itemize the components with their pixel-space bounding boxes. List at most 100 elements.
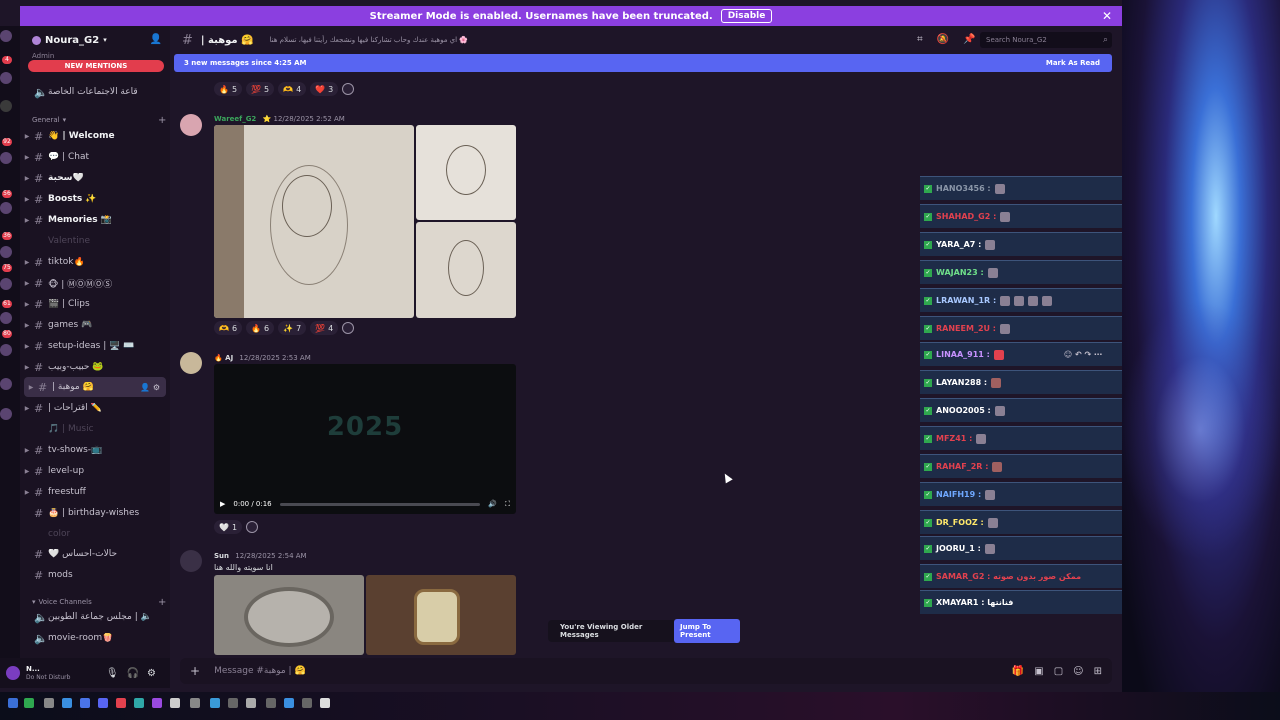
play-icon[interactable]: ▶ [220, 500, 225, 508]
server-icon[interactable] [0, 344, 12, 356]
reaction[interactable]: 🤍 1 [214, 520, 243, 534]
server-icon[interactable] [0, 152, 12, 164]
reaction[interactable]: 🔥 6 [246, 321, 275, 335]
new-mentions-pill[interactable]: NEW MENTIONS [28, 60, 164, 72]
microphone-icon[interactable]: 🎙 [106, 668, 119, 679]
channel-item[interactable]: ▶ # 👋 | Welcome [20, 126, 170, 146]
discord-taskbar-icon[interactable] [98, 698, 108, 708]
add-reaction-icon[interactable] [342, 83, 355, 95]
mark-as-read-button[interactable]: Mark As Read [1046, 59, 1100, 67]
pottery-image[interactable] [214, 575, 364, 655]
guild-header[interactable]: Noura_G2 ▾ 👤 [20, 26, 170, 54]
reaction[interactable]: ❤️ 3 [310, 82, 339, 96]
app-icon[interactable] [210, 698, 220, 708]
disable-streamer-button[interactable]: Disable [720, 9, 773, 23]
server-icon[interactable] [0, 278, 12, 290]
reaction[interactable]: 🫶 4 [278, 82, 307, 96]
channel-item[interactable]: ▶ # سحبة🤍 [20, 168, 170, 188]
channel-topic[interactable]: اي موهبة عندك وحاب تشاركنا فيها ونشجعك ر… [270, 36, 469, 44]
channel-item-active[interactable]: ▶ # | موهبة 🤗 👤 ⚙ [24, 377, 166, 397]
channel-item[interactable]: ▶ # tiktok🔥 [20, 252, 170, 272]
channel-item[interactable]: ▶ # | اقتراحات ✏️ [20, 398, 170, 418]
sketch-image[interactable] [214, 125, 414, 318]
channel-item[interactable]: ▶ # games 🎮 [20, 315, 170, 335]
pinned-channel[interactable]: 🔈 قاعة الاجتماعات الخاصة [20, 82, 170, 102]
mute-icon[interactable]: 🔕 [937, 34, 949, 45]
reaction[interactable]: 🔥 5 [214, 82, 243, 96]
channel-item[interactable]: Valentine [20, 231, 170, 251]
server-icon[interactable] [0, 378, 12, 390]
channel-item[interactable]: # mods [20, 565, 170, 585]
server-icon[interactable] [0, 246, 12, 258]
start-icon[interactable] [8, 698, 18, 708]
jump-to-present-button[interactable]: Jump To Present [674, 619, 740, 643]
server-icon[interactable] [0, 202, 12, 214]
fullscreen-icon[interactable]: ⛶ [505, 500, 510, 509]
app-icon[interactable] [320, 698, 330, 708]
reaction[interactable]: 💯 5 [246, 82, 275, 96]
channel-item[interactable]: ▶ # Boosts ✨ [20, 189, 170, 209]
app-icon[interactable] [134, 698, 144, 708]
add-reaction-icon[interactable] [246, 521, 259, 533]
message-author[interactable]: 🔥 AJ [214, 354, 233, 362]
avatar[interactable] [180, 550, 202, 572]
emoji-icon[interactable]: ☺ [1073, 666, 1083, 677]
app-icon[interactable] [152, 698, 162, 708]
reaction[interactable]: 💯 4 [310, 321, 339, 335]
message-composer[interactable]: + Message #موهبة | 🤗 🎁 ▣ ▢ ☺ ⊞ [180, 658, 1112, 684]
reaction[interactable]: 🫶 6 [214, 321, 243, 335]
pottery-image[interactable] [366, 575, 516, 655]
avatar[interactable] [180, 352, 202, 374]
app-icon[interactable] [246, 698, 256, 708]
gif-icon[interactable]: ▣ [1034, 666, 1043, 677]
new-messages-bar[interactable]: 3 new messages since 4:25 AM Mark As Rea… [174, 54, 1112, 72]
channel-item[interactable]: ▶ # 🐵 | ⓂⓄⓂⓄⓈ [20, 273, 170, 293]
voice-channel[interactable]: 🔈 مجلس جماعة الطوبين | 🔈 [20, 607, 170, 627]
volume-icon[interactable]: 🔊 [488, 500, 497, 508]
sketch-image[interactable] [416, 222, 516, 318]
sketch-image[interactable] [416, 125, 516, 220]
invite-user-icon[interactable]: 👤 [150, 34, 162, 45]
avatar[interactable] [6, 666, 20, 680]
avatar[interactable] [180, 114, 202, 136]
channel-item[interactable]: ▶ # tv-shows-📺 [20, 440, 170, 460]
app-icon[interactable] [62, 698, 72, 708]
server-icon[interactable] [0, 30, 12, 42]
app-icon[interactable] [284, 698, 294, 708]
app-icon[interactable] [170, 698, 180, 708]
channel-settings-icons[interactable]: 👤 ⚙ [140, 383, 160, 392]
voice-channel[interactable]: 🔈 movie-room🍿 [20, 628, 170, 648]
threads-icon[interactable]: ⌗ [917, 34, 923, 45]
app-icon[interactable] [302, 698, 312, 708]
channel-item[interactable]: ▶ # 💬 | Chat [20, 147, 170, 167]
channel-item[interactable]: # 🤍 حالات-احساس [20, 544, 170, 564]
app-icon[interactable] [190, 698, 200, 708]
message-input[interactable]: Message #موهبة | 🤗 [214, 666, 306, 676]
pin-icon[interactable]: 📌 [963, 34, 975, 45]
message-author[interactable]: Wareef_G2 [214, 115, 256, 123]
channel-item[interactable]: color [20, 524, 170, 544]
headphones-icon[interactable]: 🎧 [127, 668, 139, 679]
app-icon[interactable] [266, 698, 276, 708]
channel-item[interactable]: ▶ # freestuff [20, 482, 170, 502]
channel-item[interactable]: ▶ # level-up [20, 461, 170, 481]
channel-item[interactable]: ▶ # Memories 📸 [20, 210, 170, 230]
server-icon[interactable] [0, 408, 12, 420]
app-icon[interactable] [116, 698, 126, 708]
app-icon[interactable] [44, 698, 54, 708]
gift-icon[interactable]: 🎁 [1012, 666, 1024, 677]
channel-item[interactable]: ▶ # 🎬 | Clips [20, 294, 170, 314]
add-channel-icon[interactable]: + [158, 115, 166, 126]
plus-icon[interactable]: + [190, 664, 200, 678]
app-icon[interactable] [228, 698, 238, 708]
message-author[interactable]: Sun [214, 552, 229, 560]
add-channel-icon[interactable]: + [158, 597, 166, 608]
video-progress-bar[interactable] [279, 502, 481, 506]
channel-item[interactable]: ▶ # setup-ideas | 🖥️ ⌨️ [20, 336, 170, 356]
app-icon[interactable] [24, 698, 34, 708]
video-player[interactable]: 2025 ▶ 0:00 / 0:16 🔊 ⛶ [214, 364, 516, 514]
server-icon[interactable] [0, 72, 12, 84]
sticker-icon[interactable]: ▢ [1054, 666, 1063, 677]
close-icon[interactable]: ✕ [1102, 9, 1112, 23]
category-general[interactable]: General ▾ + [32, 115, 166, 126]
